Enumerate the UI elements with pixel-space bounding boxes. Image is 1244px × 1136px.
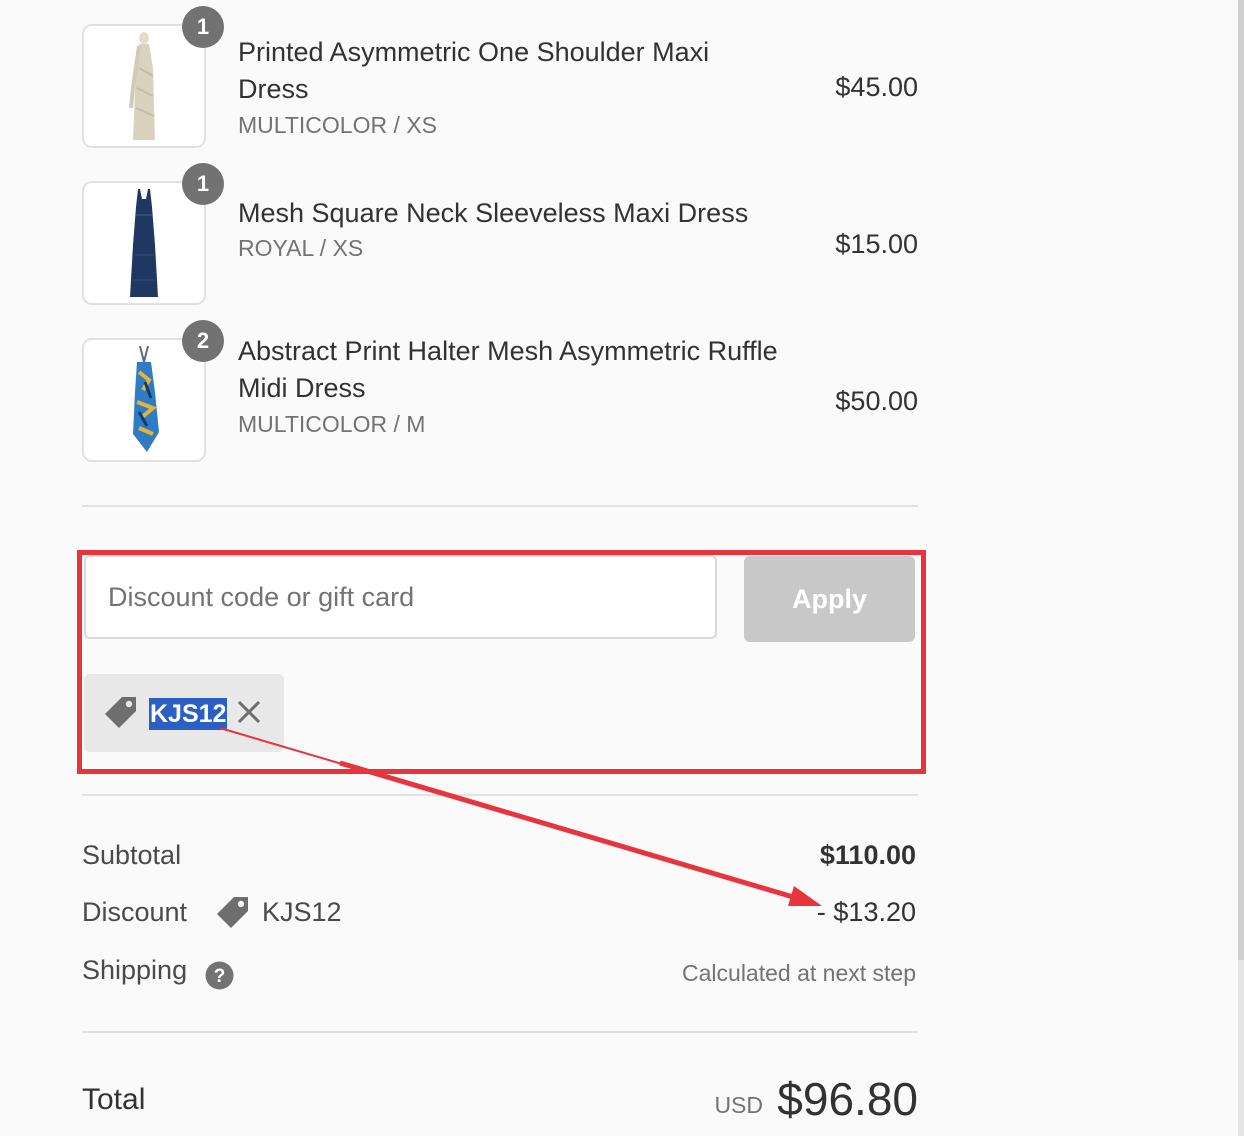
product-name: Mesh Square Neck Sleeveless Maxi Dress xyxy=(238,198,749,228)
scrollbar-thumb[interactable] xyxy=(1238,0,1244,960)
divider xyxy=(82,794,918,796)
quantity-badge: 1 xyxy=(182,6,224,48)
blue-print-dress-thumbnail-icon xyxy=(133,345,159,452)
product-variant: MULTICOLOR / XS xyxy=(238,112,437,138)
subtotal-value: $110.00 xyxy=(819,840,916,870)
divider xyxy=(82,1031,918,1033)
help-icon[interactable]: ? xyxy=(205,961,234,990)
total-currency: USD xyxy=(714,1092,763,1118)
beige-dress-thumbnail-icon xyxy=(129,32,155,140)
summary-discount-code: KJS12 xyxy=(262,897,342,927)
product-name: Printed Asymmetric One Shoulder Maxi Dre… xyxy=(238,37,710,104)
line-item: 1 Printed Asymmetric One Shoulder Maxi D… xyxy=(82,6,918,154)
annotation-highlight-box xyxy=(77,550,926,774)
navy-dress-thumbnail-icon xyxy=(130,189,158,297)
product-variant: ROYAL / XS xyxy=(238,235,364,261)
discount-label: Discount xyxy=(82,897,188,927)
svg-text:?: ? xyxy=(214,966,226,987)
product-variant: MULTICOLOR / M xyxy=(238,411,426,437)
subtotal-label: Subtotal xyxy=(82,840,182,870)
product-thumbnail: 1 xyxy=(82,163,224,305)
product-name: Abstract Print Halter Mesh Asymmetric Ru… xyxy=(238,336,778,403)
product-thumbnail: 1 xyxy=(82,6,224,148)
total-label: Total xyxy=(82,1083,146,1116)
product-price: $45.00 xyxy=(835,72,918,102)
scrollbar[interactable] xyxy=(1238,0,1244,1136)
discount-value: - $13.20 xyxy=(816,897,916,927)
shipping-value: Calculated at next step xyxy=(682,960,916,986)
product-price: $15.00 xyxy=(835,229,918,259)
quantity-badge: 2 xyxy=(182,320,224,362)
product-thumbnail: 2 xyxy=(82,320,224,462)
product-price: $50.00 xyxy=(835,386,918,416)
quantity-badge: 1 xyxy=(182,163,224,205)
shipping-label: Shipping xyxy=(82,955,188,985)
divider xyxy=(82,505,918,507)
line-item: 2 Abstract Print Halter Mesh Asymmetric … xyxy=(82,320,918,468)
line-item: 1 Mesh Square Neck Sleeveless Maxi Dress… xyxy=(82,163,918,311)
tag-icon xyxy=(217,897,248,928)
total-value: $96.80 xyxy=(777,1073,918,1125)
